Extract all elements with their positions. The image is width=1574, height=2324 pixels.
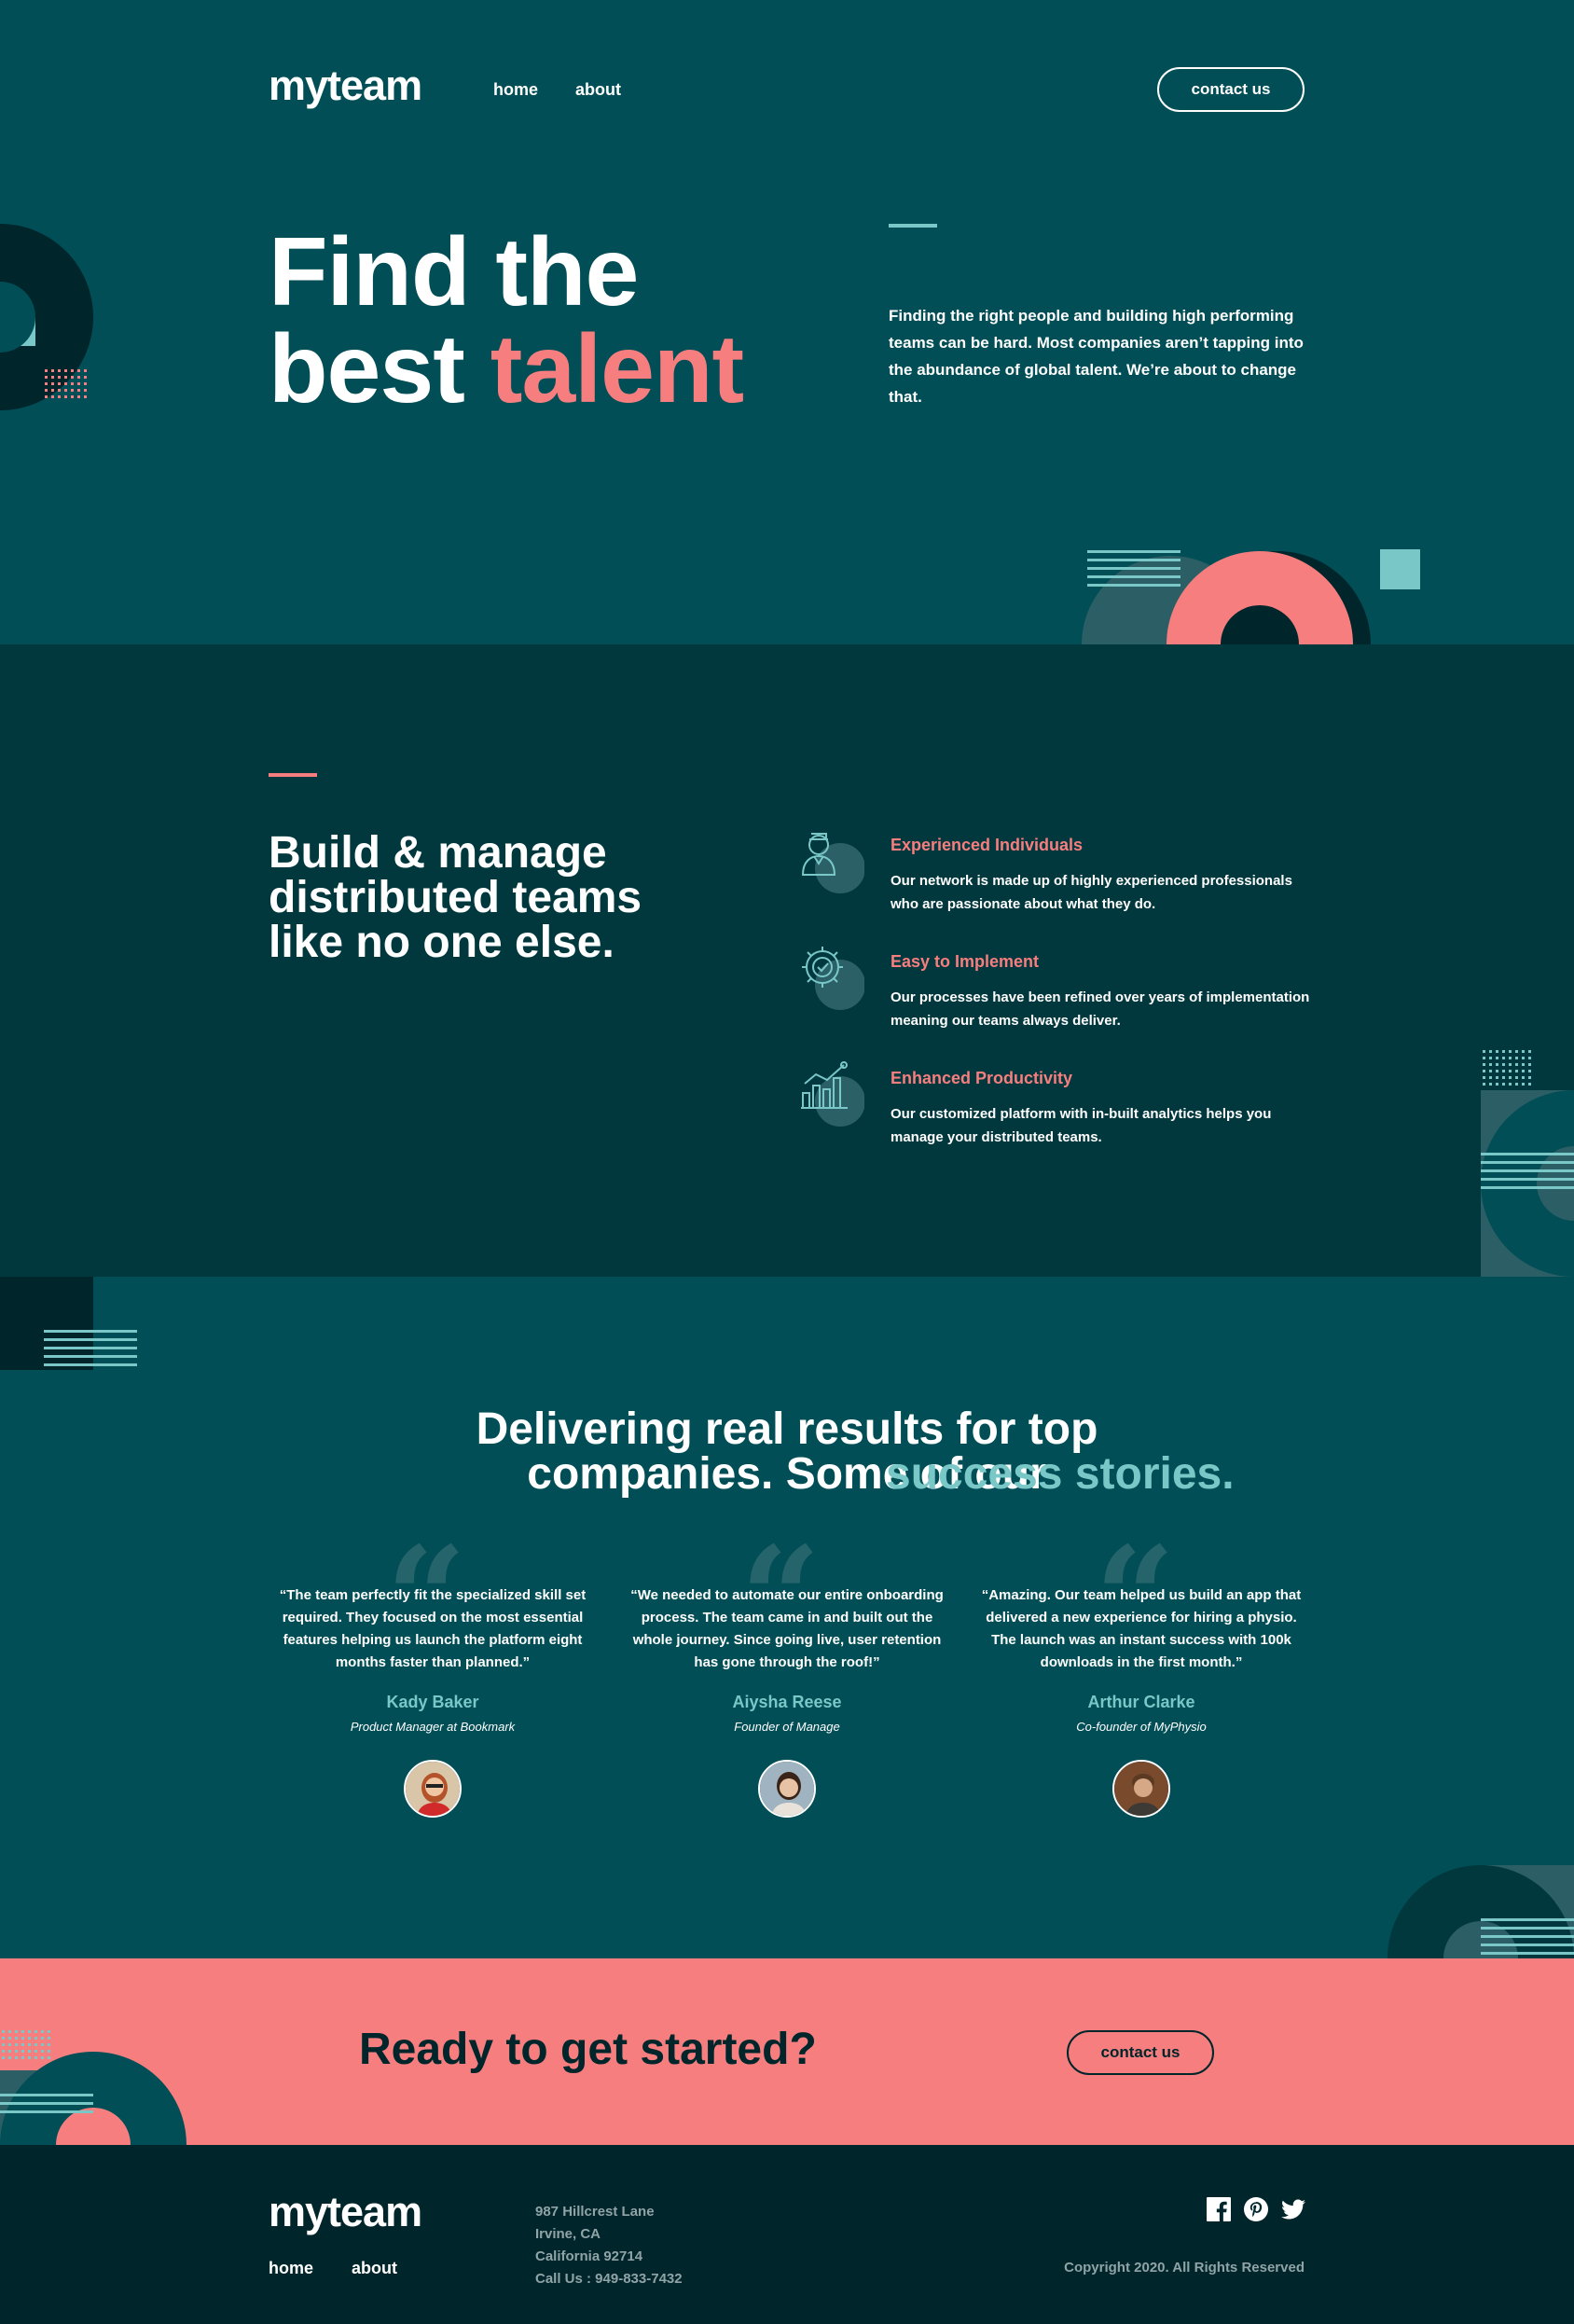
cta-title: Ready to get started? [359,2025,817,2074]
testimonials-left-decoration [0,1277,137,1370]
footer-nav-about[interactable]: about [352,2259,397,2278]
feature-item: Experienced Individuals Our network is m… [797,826,1319,929]
avatar [1112,1760,1170,1818]
facebook-icon[interactable] [1207,2197,1231,2221]
features-divider [269,773,317,777]
footer-address: 987 Hillcrest Lane Irvine, CA California… [535,2201,683,2290]
address-line: California 92714 [535,2248,643,2264]
hero-divider [889,224,937,228]
hero-title-line1: Find the [269,218,639,326]
contact-us-button[interactable]: contact us [1157,67,1305,112]
twitter-icon[interactable] [1281,2197,1305,2221]
feature-heading: Enhanced Productivity [891,1069,1073,1087]
feature-heading: Experienced Individuals [891,836,1084,854]
testimonials-right-decoration [1388,1865,1574,1958]
testimonial-card: “ “The team perfectly fit the specialize… [269,1529,596,1827]
testimonial-role: Founder of Manage [734,1720,840,1734]
testimonials-title-accent-wrap: success stories. [886,1452,1235,1497]
testimonial-role: Product Manager at Bookmark [350,1720,516,1734]
testimonials-title: Delivering real results for top companie… [0,1407,1574,1497]
footer-nav-home[interactable]: home [269,2259,313,2278]
chart-icon [801,1061,864,1127]
address-line: Irvine, CA [535,2226,601,2242]
hero-title: Find the best talent [269,224,744,418]
logo[interactable]: myteam [269,62,422,110]
cta-left-decoration [0,2030,186,2145]
testimonial-card: “ “Amazing. Our team helped us build an … [978,1529,1305,1827]
feature-description: Our customized platform with in-built an… [891,1106,1272,1145]
cta-section: Ready to get started? contact us [0,1958,1574,2145]
testimonial-quote: “The team perfectly fit the specialized … [279,1587,587,1670]
person-icon [801,833,864,893]
feature-item: Easy to Implement Our processes have bee… [797,943,1319,1045]
testimonial-quote: “Amazing. Our team helped us build an ap… [981,1587,1302,1670]
cog-check-icon [802,947,864,1010]
cta-contact-button[interactable]: contact us [1067,2030,1214,2075]
feature-item: Enhanced Productivity Our customized pla… [797,1059,1319,1162]
pinterest-icon[interactable] [1244,2197,1268,2221]
feature-description: Our network is made up of highly experie… [891,873,1292,912]
hero-description: Finding the right people and building hi… [889,307,1304,406]
feature-heading: Easy to Implement [891,952,1040,971]
hero-bottom-decoration [1082,549,1420,644]
address-line: 987 Hillcrest Lane [535,2204,655,2220]
nav-home[interactable]: home [493,80,538,100]
footer-logo[interactable]: myteam [269,2188,422,2236]
copyright-text: Copyright 2020. All Rights Reserved [1064,2260,1305,2276]
nav-about[interactable]: about [575,80,621,100]
hero-title-plain: best [269,315,490,423]
testimonial-name: Kady Baker [386,1693,479,1711]
footer-section: myteam home about 987 Hillcrest Lane Irv… [0,2145,1574,2324]
hero-left-decoration [0,224,93,410]
testimonial-card: “ “We needed to automate our entire onbo… [624,1529,950,1827]
features-section: Build & manage distributed teams like no… [0,644,1574,1277]
testimonials-title-accent: success stories. [886,1449,1235,1499]
features-right-decoration [1481,1050,1574,1277]
feature-description: Our processes have been refined over yea… [891,989,1310,1029]
testimonial-role: Co-founder of MyPhysio [1076,1720,1207,1734]
features-title: Build & manage distributed teams like no… [269,828,642,967]
avatar [758,1760,816,1818]
hero-title-accent: talent [490,315,744,423]
avatar [404,1760,462,1818]
phone-line: Call Us : 949-833-7432 [535,2271,683,2287]
testimonial-name: Aiysha Reese [732,1693,842,1711]
hero-section: myteam home about contact us Find the be… [0,0,1574,644]
testimonial-name: Arthur Clarke [1087,1693,1195,1711]
testimonial-quote: “We needed to automate our entire onboar… [630,1587,944,1670]
testimonials-section: Delivering real results for top companie… [0,1277,1574,1958]
